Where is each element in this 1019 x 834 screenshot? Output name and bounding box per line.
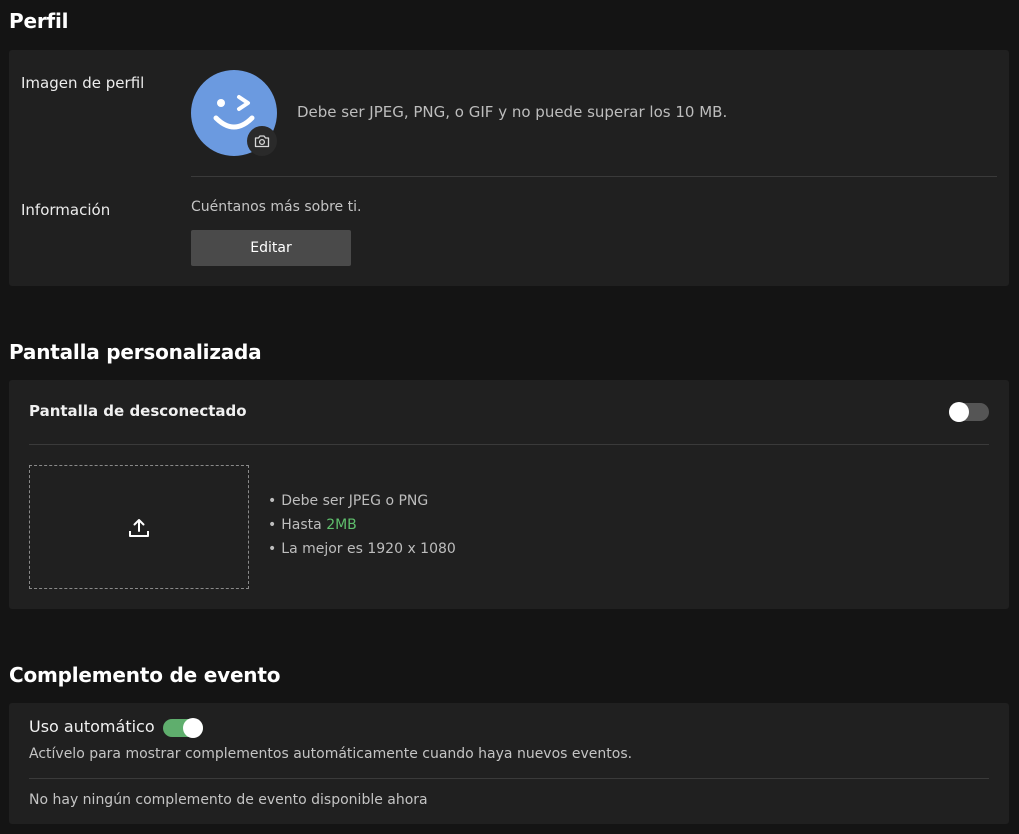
size-limit-value: 2MB (326, 517, 357, 533)
requirement-format: • Debe ser JPEG o PNG (268, 493, 429, 509)
requirement-resolution: • La mejor es 1920 x 1080 (268, 541, 456, 557)
toggle-knob (183, 718, 203, 738)
profile-image-hint: Debe ser JPEG, PNG, o GIF y no puede sup… (297, 103, 728, 121)
profile-section-title: Perfil (9, 9, 69, 33)
profile-divider (191, 176, 997, 177)
custom-screen-section-title: Pantalla personalizada (9, 340, 262, 364)
upload-icon (129, 519, 149, 537)
profile-info-text: Cuéntanos más sobre ti. (191, 199, 362, 215)
upload-requirements-list: • Debe ser JPEG o PNG • Hasta 2MB • La mejo… (268, 491, 456, 563)
event-addon-divider (29, 778, 989, 779)
custom-screen-card: Pantalla de desconectado • Debe ser JPEG … (9, 380, 1009, 609)
settings-page: Perfil Imagen de perfil Debe ser JPEG, P… (0, 0, 1019, 834)
event-addon-section-title: Complemento de evento (9, 663, 281, 687)
event-addon-card: Uso automático Actívelo para mostrar com… (9, 703, 1009, 824)
profile-info-label: Información (21, 201, 111, 219)
upload-dropzone[interactable] (29, 465, 249, 589)
auto-use-description: Actívelo para mostrar complementos autom… (29, 746, 633, 762)
event-addon-empty-text: No hay ningún complemento de evento disp… (29, 792, 428, 808)
change-avatar-button[interactable] (247, 126, 277, 156)
profile-card: Imagen de perfil Debe ser JPEG, PNG, o G… (9, 50, 1009, 286)
requirement-size: • Hasta 2MB (268, 517, 357, 533)
offline-screen-toggle[interactable] (949, 402, 989, 422)
offline-screen-label: Pantalla de desconectado (29, 402, 247, 420)
profile-image-label: Imagen de perfil (21, 74, 145, 92)
custom-screen-divider (29, 444, 989, 445)
toggle-knob (949, 402, 969, 422)
edit-button[interactable]: Editar (191, 230, 351, 266)
auto-use-toggle[interactable] (163, 718, 203, 738)
auto-use-label: Uso automático (29, 717, 155, 736)
camera-icon (254, 135, 270, 148)
